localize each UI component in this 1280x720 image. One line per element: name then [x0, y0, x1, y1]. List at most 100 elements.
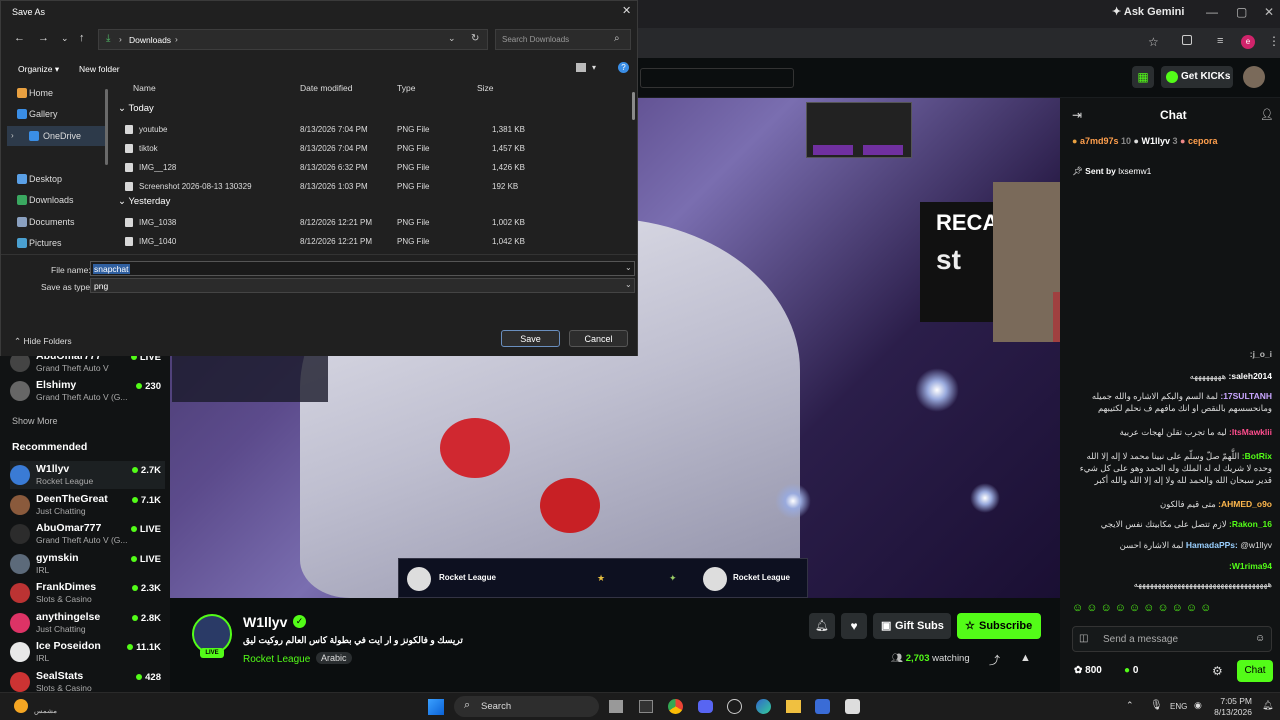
- profile-avatar[interactable]: e: [1241, 35, 1255, 49]
- clock[interactable]: 7:05 PM 8/13/2026: [1212, 696, 1252, 718]
- close-dialog-icon[interactable]: ✕: [622, 4, 631, 17]
- show-hidden-icons[interactable]: ⌃: [1126, 700, 1134, 711]
- task-view-icon[interactable]: [609, 700, 623, 713]
- file-row[interactable]: IMG_1040 8/12/2026 12:21 PM PNG File 1,042 …: [111, 232, 631, 251]
- report-icon[interactable]: ▲: [1020, 652, 1031, 664]
- up-arrow-icon[interactable]: ↑: [79, 32, 85, 44]
- sent-by-user[interactable]: lxsemw1: [1118, 166, 1151, 176]
- notifications-icon[interactable]: 🔔︎: [1262, 700, 1273, 711]
- reading-list-icon[interactable]: ≡: [1217, 35, 1223, 47]
- send-message-input[interactable]: ◫ Send a message ☺: [1072, 626, 1272, 652]
- chat-username[interactable]: AHMED_o9o:: [1218, 499, 1272, 509]
- nav-item-documents[interactable]: Documents: [7, 212, 107, 232]
- chat-settings-icon[interactable]: ⚙: [1212, 664, 1223, 678]
- chat-username[interactable]: HamadaPPs:: [1186, 540, 1238, 550]
- share-icon[interactable]: ⤴: [989, 652, 1000, 668]
- user-avatar[interactable]: [1243, 66, 1265, 88]
- sidebar-channel[interactable]: gymskin IRL LIVE: [10, 550, 165, 578]
- sidebar-channel[interactable]: AbuOmar777 Grand Theft Auto V (G... LIVE: [10, 520, 165, 548]
- nav-item-downloads[interactable]: Downloads: [7, 190, 107, 210]
- sidebar-channel[interactable]: anythingelse Just Chatting 2.8K: [10, 609, 165, 637]
- extensions-icon[interactable]: [1182, 35, 1192, 45]
- chat-username[interactable]: j_o_i:: [1250, 349, 1272, 359]
- show-more-link[interactable]: Show More: [12, 416, 58, 426]
- file-list-scrollbar[interactable]: [632, 92, 635, 120]
- file-name-input[interactable]: snapchat ⌄: [90, 261, 635, 276]
- gift-subs-button[interactable]: ▣ Gift Subs: [873, 613, 951, 639]
- column-header-name[interactable]: Name: [133, 83, 156, 93]
- gifter-name[interactable]: a7md97s: [1080, 136, 1119, 146]
- gifter-name[interactable]: cepora: [1188, 136, 1218, 146]
- refresh-icon[interactable]: ↻: [471, 33, 479, 44]
- sidebar-channel[interactable]: W1llyv Rocket League 2.7K: [10, 461, 165, 489]
- chevron-down-icon[interactable]: ⌄: [625, 263, 632, 272]
- kick-search-input[interactable]: [640, 68, 794, 88]
- network-icon[interactable]: ◉: [1194, 700, 1202, 711]
- app-icon[interactable]: [727, 699, 742, 714]
- hide-folders-toggle[interactable]: ⌃ Hide Folders: [14, 336, 72, 347]
- search-downloads-input[interactable]: Search Downloads ⌕: [495, 29, 631, 50]
- notification-bell-icon[interactable]: 🔔︎: [809, 613, 835, 639]
- new-folder-button[interactable]: New folder: [79, 64, 120, 74]
- path-breadcrumb[interactable]: ⤓ › Downloads › ⌄ ↻: [98, 29, 488, 50]
- nav-item-home[interactable]: Home: [7, 83, 107, 103]
- chevron-down-icon[interactable]: ▾: [592, 63, 596, 72]
- windows-start-icon[interactable]: [428, 699, 444, 715]
- nav-item-onedrive[interactable]: › OneDrive: [7, 126, 107, 146]
- group-today[interactable]: ⌄ Today: [118, 103, 154, 114]
- save-type-select[interactable]: png ⌄: [90, 278, 635, 293]
- input-language[interactable]: ENG: [1170, 702, 1187, 711]
- chat-username[interactable]: ItsMawklii:: [1229, 427, 1272, 437]
- kick-rewards-icon[interactable]: ▦: [1132, 66, 1154, 88]
- forward-arrow-icon[interactable]: →: [38, 32, 49, 44]
- language-tag[interactable]: Arabic: [316, 652, 352, 664]
- close-window-icon[interactable]: ✕: [1264, 5, 1274, 19]
- streamer-avatar[interactable]: LIVE: [192, 614, 232, 658]
- collapse-chat-icon[interactable]: ⇥: [1072, 108, 1082, 122]
- nav-item-gallery[interactable]: Gallery: [7, 104, 107, 124]
- file-row[interactable]: tiktok 8/13/2026 7:04 PM PNG File 1,457 KB: [111, 139, 631, 158]
- emoji-icon[interactable]: ☺: [1255, 633, 1265, 644]
- browser-menu-icon[interactable]: ⋮: [1268, 34, 1280, 48]
- back-arrow-icon[interactable]: ←: [14, 32, 25, 44]
- sidebar-channel[interactable]: DeenTheGreat Just Chatting 7.1K: [10, 491, 165, 519]
- file-row[interactable]: IMG_1038 8/12/2026 12:21 PM PNG File 1,002 …: [111, 213, 631, 232]
- nav-item-pictures[interactable]: Pictures: [7, 233, 107, 253]
- chat-username[interactable]: BotRix:: [1242, 451, 1272, 461]
- cancel-button[interactable]: Cancel: [569, 330, 628, 347]
- view-options-icon[interactable]: [576, 63, 586, 72]
- get-kicks-button[interactable]: Get KICKs: [1161, 66, 1233, 88]
- path-dropdown-icon[interactable]: ⌄: [448, 33, 456, 44]
- file-row[interactable]: IMG__128 8/13/2026 6:32 PM PNG File 1,426 K…: [111, 158, 631, 177]
- column-header-date[interactable]: Date modified: [300, 83, 352, 93]
- follow-heart-icon[interactable]: ♥: [841, 613, 867, 639]
- app-icon[interactable]: [815, 699, 830, 714]
- save-button[interactable]: Save: [501, 330, 560, 347]
- channel-points[interactable]: ✿ 800: [1074, 665, 1102, 676]
- chat-username[interactable]: W1rima94:: [1229, 561, 1272, 571]
- streamer-name[interactable]: W1llyv: [243, 614, 287, 630]
- taskbar-search[interactable]: ⌕ Search: [454, 696, 599, 717]
- minimize-icon[interactable]: —: [1206, 5, 1218, 19]
- subscribe-button[interactable]: ☆ Subscribe: [957, 613, 1041, 639]
- maximize-icon[interactable]: ▢: [1236, 5, 1247, 19]
- bookmark-star-icon[interactable]: ☆: [1148, 35, 1159, 49]
- app-icon[interactable]: [639, 700, 653, 713]
- column-header-type[interactable]: Type: [397, 83, 415, 93]
- file-row[interactable]: youtube 8/13/2026 7:04 PM PNG File 1,381 KB: [111, 120, 631, 139]
- microphone-icon[interactable]: 🎙︎: [1150, 700, 1163, 711]
- stream-category-link[interactable]: Rocket League: [243, 654, 310, 665]
- sidebar-channel[interactable]: FrankDimes Slots & Casino 2.3K: [10, 579, 165, 607]
- chat-users-icon[interactable]: 👤︎: [1260, 108, 1274, 121]
- chat-username[interactable]: 17SULTANH:: [1220, 391, 1272, 401]
- group-yesterday[interactable]: ⌄ Yesterday: [118, 196, 170, 207]
- kicks-balance[interactable]: ● 0: [1124, 665, 1138, 676]
- recent-locations-icon[interactable]: ⌄: [61, 33, 69, 44]
- weather-sun-icon[interactable]: [14, 699, 28, 713]
- column-header-size[interactable]: Size: [477, 83, 494, 93]
- emote-row[interactable]: ☺☺☺☺☺☺☺☺☺☺: [1072, 602, 1272, 620]
- help-icon[interactable]: ?: [618, 62, 629, 73]
- gifter-name[interactable]: W1llyv: [1141, 136, 1170, 146]
- app-icon[interactable]: [845, 699, 860, 714]
- chat-send-button[interactable]: Chat: [1237, 660, 1273, 682]
